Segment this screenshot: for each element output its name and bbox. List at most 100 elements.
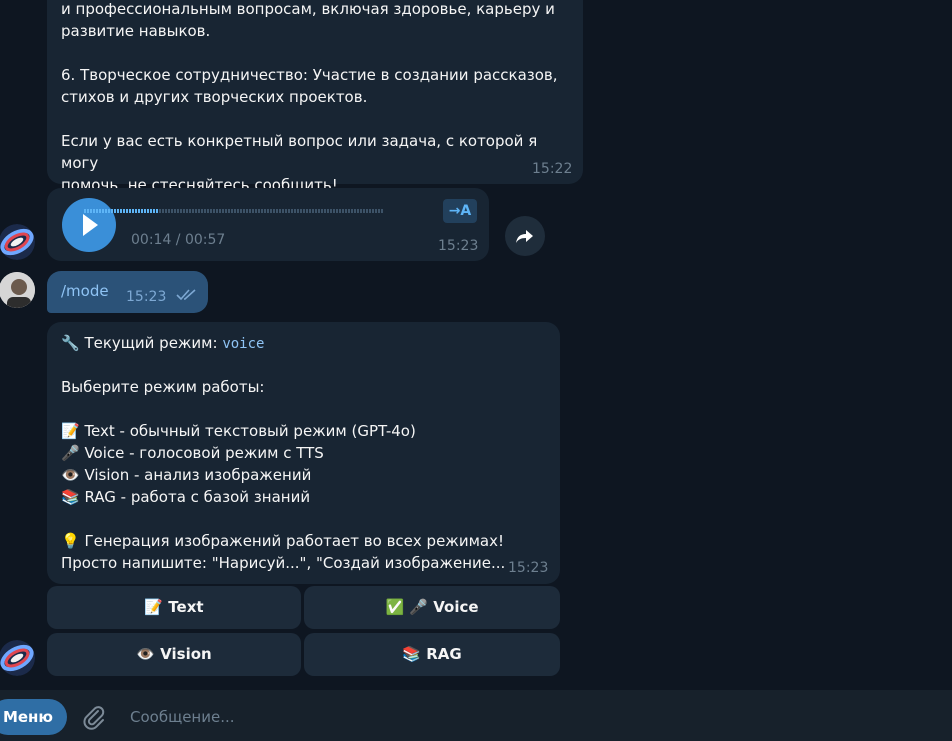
waveform-bar: [177, 209, 179, 213]
play-button[interactable]: [62, 198, 116, 252]
waveform-bar: [357, 209, 359, 213]
message-time: 15:23: [508, 560, 549, 576]
message-time: 15:22: [532, 161, 573, 177]
mode-button-rag[interactable]: 📚 RAG: [304, 633, 560, 676]
waveform-bar: [366, 209, 368, 213]
waveform-bar: [297, 209, 299, 213]
current-mode-value: voice: [222, 336, 265, 352]
read-checkmarks-icon: [176, 289, 196, 301]
waveform-bar: [381, 209, 383, 213]
waveform-bar: [192, 209, 194, 213]
waveform-bar: [234, 209, 236, 213]
forward-button[interactable]: [505, 216, 545, 256]
current-mode-line: 🔧 Текущий режим: voice: [61, 334, 265, 352]
waveform-bar: [315, 209, 317, 213]
waveform-bar: [258, 209, 260, 213]
waveform-bar: [99, 209, 101, 213]
waveform-bar: [150, 209, 152, 213]
waveform-bar: [135, 209, 137, 213]
bot-avatar[interactable]: [0, 224, 35, 260]
waveform-bar: [330, 209, 332, 213]
waveform-bar: [369, 209, 371, 213]
message-input[interactable]: [128, 704, 892, 730]
waveform-bar: [264, 209, 266, 213]
waveform-bar: [171, 209, 173, 213]
waveform-bar: [231, 209, 233, 213]
waveform-bar: [90, 209, 92, 213]
waveform-bar: [111, 209, 113, 213]
bot-mode-message: 🔧 Текущий режим: voice Выберите режим ра…: [47, 322, 560, 584]
transcribe-button[interactable]: →A: [443, 199, 477, 223]
waveform-bar: [291, 209, 293, 213]
attach-icon[interactable]: [81, 704, 107, 730]
waveform-bar: [237, 209, 239, 213]
waveform-bar: [201, 209, 203, 213]
waveform-bar: [378, 209, 380, 213]
bot-avatar[interactable]: [0, 640, 35, 676]
waveform-bar: [288, 209, 290, 213]
forward-icon: [516, 230, 533, 243]
waveform-bar: [303, 209, 305, 213]
waveform-bar: [300, 209, 302, 213]
waveform-bar: [240, 209, 242, 213]
image-gen-hint: Просто напишите: "Нарисуй...", "Создай и…: [61, 554, 506, 572]
waveform-bar: [279, 209, 281, 213]
waveform-bar: [342, 209, 344, 213]
waveform-bar: [114, 209, 116, 213]
waveform-bar: [180, 209, 182, 213]
waveform-bar: [174, 209, 176, 213]
waveform-bar: [336, 209, 338, 213]
waveform-bar: [186, 209, 188, 213]
waveform-bar: [267, 209, 269, 213]
waveform-bar: [105, 209, 107, 213]
message-paragraph: Если у вас есть конкретный вопрос или за…: [61, 132, 538, 194]
mode-option-vision: 👁️ Vision - анализ изображений: [61, 466, 312, 484]
waveform-bar: [318, 209, 320, 213]
waveform-bar: [333, 209, 335, 213]
waveform-bar: [207, 209, 209, 213]
message-paragraph: и профессиональным вопросам, включая здо…: [61, 0, 555, 40]
command-link[interactable]: /mode: [61, 282, 109, 300]
waveform-bar: [363, 209, 365, 213]
waveform-bar: [117, 209, 119, 213]
message-time: 15:23: [438, 238, 479, 254]
waveform-bar: [285, 209, 287, 213]
waveform-bar: [261, 209, 263, 213]
chat-area: и профессиональным вопросам, включая здо…: [0, 0, 952, 690]
user-avatar[interactable]: [0, 272, 35, 308]
waveform-bar: [348, 209, 350, 213]
waveform-bar: [246, 209, 248, 213]
waveform-bar: [324, 209, 326, 213]
bot-voice-message: →A 00:14 / 00:57 15:23: [47, 188, 489, 261]
image-gen-tip: 💡 Генерация изображений работает во всех…: [61, 532, 504, 550]
waveform-bar: [141, 209, 143, 213]
waveform-bar: [129, 209, 131, 213]
waveform-bar: [153, 209, 155, 213]
waveform-bar: [294, 209, 296, 213]
waveform-bar: [126, 209, 128, 213]
waveform-bar: [252, 209, 254, 213]
waveform-bar: [351, 209, 353, 213]
waveform-bar: [189, 209, 191, 213]
waveform-bar: [138, 209, 140, 213]
waveform-bar: [183, 209, 185, 213]
waveform-bar: [228, 209, 230, 213]
user-message: /mode 15:23: [47, 271, 208, 313]
mode-button-text[interactable]: 📝 Text: [47, 586, 301, 629]
waveform-bar: [204, 209, 206, 213]
waveform-bar: [156, 209, 158, 213]
mode-button-vision[interactable]: 👁️ Vision: [47, 633, 301, 676]
waveform-bar: [165, 209, 167, 213]
waveform-bar: [84, 209, 86, 213]
play-icon: [83, 214, 98, 236]
waveform-bar: [162, 209, 164, 213]
user-photo-icon: [0, 272, 35, 308]
mode-option-text: 📝 Text - обычный текстовый режим (GPT-4o…: [61, 422, 416, 440]
message-time: 15:23: [126, 289, 167, 305]
waveform-bar: [195, 209, 197, 213]
voice-waveform[interactable]: [84, 208, 384, 214]
mode-button-voice[interactable]: ✅ 🎤 Voice: [304, 586, 560, 629]
waveform-bar: [198, 209, 200, 213]
mode-option-rag: 📚 RAG - работа с базой знаний: [61, 488, 311, 506]
menu-button[interactable]: Меню: [0, 699, 67, 735]
